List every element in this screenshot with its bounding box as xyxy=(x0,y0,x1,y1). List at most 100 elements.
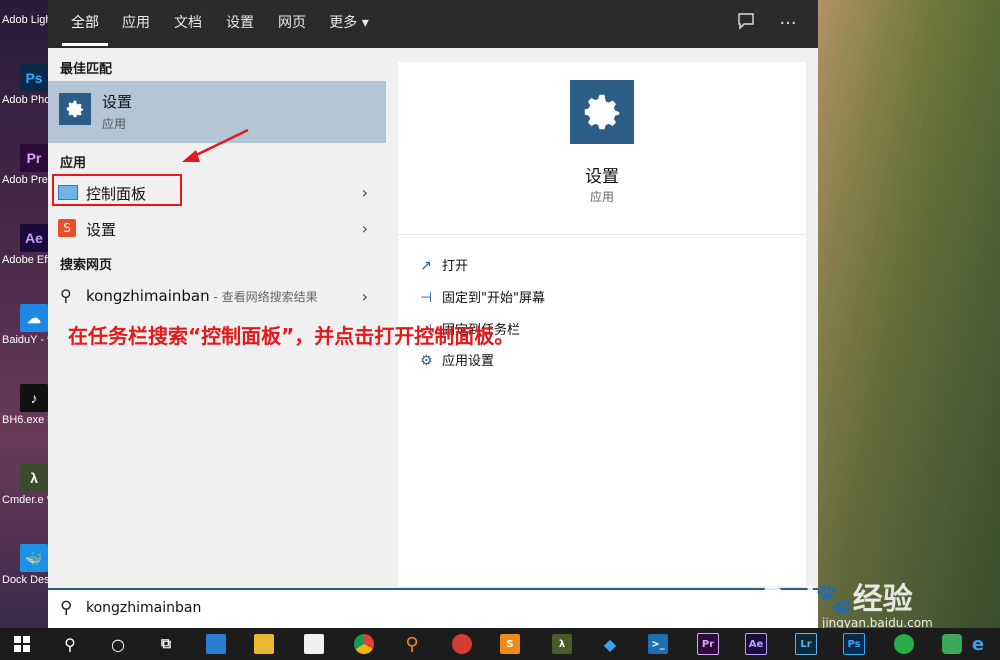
action-open[interactable]: ↗ 打开 xyxy=(420,255,468,274)
netease-tile xyxy=(452,634,472,654)
terminal-tile: >_ xyxy=(648,634,668,654)
search-app-icon[interactable]: ⚲ xyxy=(398,630,426,658)
file-explorer-icon[interactable] xyxy=(250,630,278,658)
chrome-icon[interactable] xyxy=(350,630,378,658)
wechat-tile xyxy=(894,634,914,654)
feedback-icon[interactable] xyxy=(734,12,758,36)
desktop-icon-after-effects[interactable]: Ae Adobe Effects xyxy=(0,220,48,296)
terminal-icon[interactable]: >_ xyxy=(644,630,672,658)
apps-header: 应用 xyxy=(60,156,87,171)
result-settings[interactable]: S 设置 › xyxy=(48,211,386,245)
desktop-icon-label: BaiduY - 快捷方 xyxy=(2,334,48,346)
chevron-right-icon[interactable]: › xyxy=(362,287,368,306)
sublime-icon[interactable]: S xyxy=(496,630,524,658)
cortana-icon[interactable]: ○ xyxy=(104,630,132,658)
gear-icon: ⚙ xyxy=(420,353,433,369)
tab-settings[interactable]: 设置 xyxy=(218,0,262,48)
annotation-arrow xyxy=(182,128,249,162)
chevron-right-icon[interactable]: › xyxy=(362,183,368,202)
best-match-title: 设置 xyxy=(102,93,133,111)
best-match-subtitle: 应用 xyxy=(102,117,127,131)
pin-icon: ⊣ xyxy=(420,290,433,306)
search-input[interactable]: kongzhimainban xyxy=(86,600,201,616)
photoshop-taskbar-icon[interactable]: Ps xyxy=(840,630,868,658)
web-query-hint: - 查看网络搜索结果 xyxy=(209,290,318,304)
desktop-icon-baidu[interactable]: ☁ BaiduY - 快捷方 xyxy=(0,300,48,376)
action-label: 应用设置 xyxy=(442,354,495,369)
action-pin-start[interactable]: ⊣ 固定到"开始"屏幕 xyxy=(420,287,545,306)
tab-apps[interactable]: 应用 xyxy=(114,0,158,48)
after-effects-tile: Ae xyxy=(745,633,767,655)
desktop-icon-column: Adob Lightro Ps Adob Photosh Pr Adob Pre… xyxy=(0,0,48,628)
sublime-tile: S xyxy=(500,634,520,654)
web-query-wrap: kongzhimainban - 查看网络搜索结果 xyxy=(86,287,318,305)
desktop-icon-label: Cmder.e 快捷方 xyxy=(2,494,48,506)
after-effects-taskbar-icon[interactable]: Ae xyxy=(742,630,770,658)
action-label: 固定到"开始"屏幕 xyxy=(442,291,545,306)
result-web-search[interactable]: ⚲ kongzhimainban - 查看网络搜索结果 › xyxy=(48,279,386,313)
netease-music-icon[interactable] xyxy=(448,630,476,658)
detail-title: 设置 xyxy=(585,167,619,187)
lightroom-taskbar-icon[interactable]: Lr xyxy=(792,630,820,658)
open-icon: ↗ xyxy=(420,258,432,274)
taskbar-search-icon[interactable]: ⚲ xyxy=(56,630,84,658)
search-box[interactable]: ⚲ kongzhimainban xyxy=(48,588,818,628)
tab-all[interactable]: 全部 xyxy=(62,0,108,48)
desktop-icon-cmder[interactable]: λ Cmder.e 快捷方 xyxy=(0,460,48,536)
desktop-icon-premiere[interactable]: Pr Adob Premier xyxy=(0,140,48,216)
photoshop-icon: Ps xyxy=(20,64,48,92)
windows-start-icon[interactable] xyxy=(8,630,36,658)
edge-icon[interactable]: e xyxy=(964,630,992,658)
photoshop-tile: Ps xyxy=(843,633,865,655)
lightroom-tile: Lr xyxy=(795,633,817,655)
folder-tile xyxy=(254,634,274,654)
search-filter-bar: 全部 应用 文档 设置 网页 更多 ▾ ··· xyxy=(48,0,818,48)
best-match-header: 最佳匹配 xyxy=(60,62,113,77)
bh6-icon: ♪ xyxy=(20,384,48,412)
desktop-icon-label: Adob Premier xyxy=(2,174,48,186)
task-view-icon[interactable]: ⧉ xyxy=(152,630,180,658)
baidu-netdisk-icon: ☁ xyxy=(20,304,48,332)
chrome-tile xyxy=(354,634,374,654)
after-effects-icon: Ae xyxy=(20,224,48,252)
highlight-box xyxy=(52,174,182,206)
cmder-icon: λ xyxy=(20,464,48,492)
evernote-icon[interactable] xyxy=(938,630,966,658)
chevron-right-icon[interactable]: › xyxy=(362,219,368,238)
result-label: 设置 xyxy=(86,221,117,239)
desktop-icon-bh6[interactable]: ♪ BH6.exe 捷方式 xyxy=(0,380,48,456)
premiere-icon: Pr xyxy=(20,144,48,172)
action-label: 打开 xyxy=(442,259,469,274)
tab-more[interactable]: 更多 ▾ xyxy=(322,0,376,48)
desktop-icon-label: BH6.exe 捷方式 xyxy=(2,414,48,426)
cmder-taskbar-icon[interactable]: λ xyxy=(548,630,576,658)
app-taskbar-icon[interactable] xyxy=(202,630,230,658)
search-icon: ⚲ xyxy=(60,286,72,305)
web-search-header: 搜索网页 xyxy=(60,258,113,273)
search-panel: 全部 应用 文档 设置 网页 更多 ▾ ··· 最佳匹配 设置 应用 应用 控制… xyxy=(48,0,818,628)
web-query-text: kongzhimainban xyxy=(86,287,210,305)
baidu-watermark: Bai🐾经验 xyxy=(762,582,913,617)
desktop-icon-label: Adob Photosh xyxy=(2,94,48,106)
premiere-tile: Pr xyxy=(697,633,719,655)
tab-documents[interactable]: 文档 xyxy=(166,0,210,48)
search-icon: ⚲ xyxy=(60,598,73,618)
settings-gear-icon xyxy=(59,93,91,125)
premiere-taskbar-icon[interactable]: Pr xyxy=(694,630,722,658)
app-tile xyxy=(206,634,226,654)
desktop-icon-photoshop[interactable]: Ps Adob Photosh xyxy=(0,60,48,136)
store-icon[interactable] xyxy=(300,630,328,658)
action-app-settings[interactable]: ⚙ 应用设置 xyxy=(420,350,494,369)
wechat-icon[interactable] xyxy=(890,630,918,658)
desktop-icon-docker[interactable]: 🐳 Dock Deskto xyxy=(0,540,48,616)
taskbar: ⚲ ○ ⧉ ⚲ S λ ◆ >_ Pr Ae Lr Ps e xyxy=(0,628,1000,660)
detail-subtitle: 应用 xyxy=(589,190,614,204)
desktop-icon-label: Adob Lightro xyxy=(2,14,48,26)
desktop-icon-label: Adobe Effects xyxy=(2,254,48,266)
cmder-tile: λ xyxy=(552,634,572,654)
docker-icon: 🐳 xyxy=(20,544,48,572)
tab-web[interactable]: 网页 xyxy=(270,0,314,48)
vscode-icon[interactable]: ◆ xyxy=(596,630,624,658)
more-options-icon[interactable]: ··· xyxy=(776,12,800,36)
evernote-tile xyxy=(942,634,962,654)
